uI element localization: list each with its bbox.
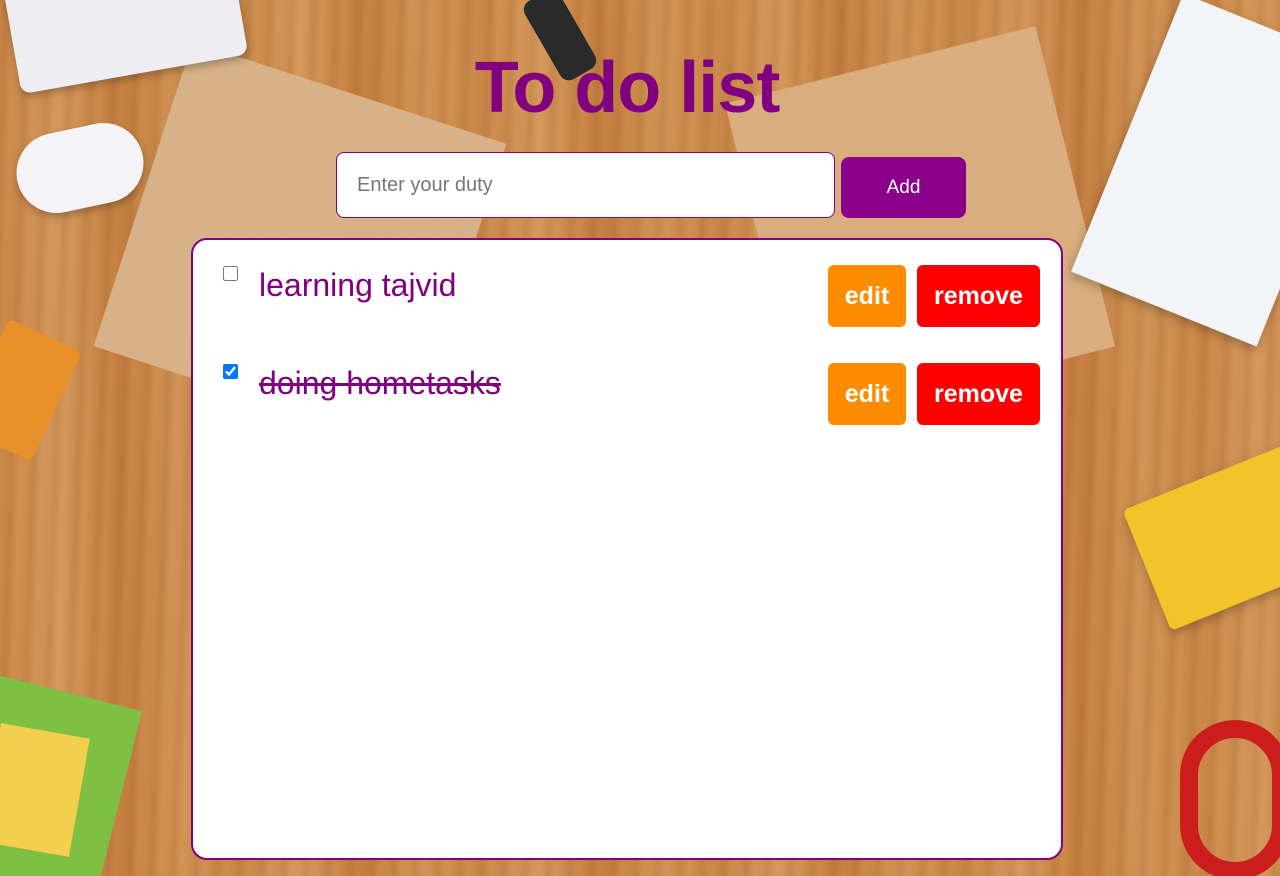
edit-button[interactable]: edit bbox=[828, 265, 906, 327]
yellow-book-decoration bbox=[1122, 439, 1280, 631]
orange-object-decoration bbox=[0, 318, 82, 462]
task-text: learning tajvid bbox=[259, 267, 457, 303]
edit-button[interactable]: edit bbox=[828, 363, 906, 425]
page-title: To do list bbox=[474, 48, 781, 128]
task-text: doing hometasks bbox=[259, 365, 501, 401]
task-item: doing hometasks edit remove bbox=[193, 338, 1061, 425]
mouse-decoration bbox=[9, 115, 151, 221]
task-item: learning tajvid edit remove bbox=[193, 240, 1061, 327]
remove-button[interactable]: remove bbox=[917, 265, 1040, 327]
duty-input[interactable] bbox=[336, 152, 835, 218]
task-list-panel: learning tajvid edit remove doing hometa… bbox=[191, 238, 1063, 860]
headphones-decoration bbox=[1180, 720, 1280, 876]
task-checkbox[interactable] bbox=[223, 364, 238, 379]
remove-button[interactable]: remove bbox=[917, 363, 1040, 425]
add-button[interactable]: Add bbox=[841, 157, 966, 218]
task-checkbox[interactable] bbox=[223, 266, 238, 281]
